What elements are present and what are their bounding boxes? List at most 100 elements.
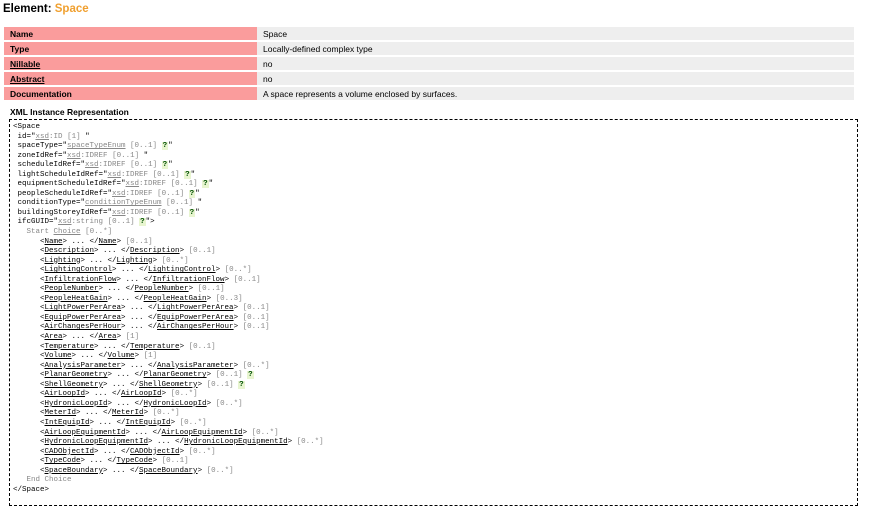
xml-attribute-line: buildingStoreyIdRef="xsd:IDREF [0..1] ?": [13, 208, 200, 217]
element-close-link[interactable]: EquipPowerPerArea: [157, 314, 234, 322]
help-icon[interactable]: ?: [188, 208, 196, 217]
property-key-label[interactable]: Abstract: [10, 74, 44, 84]
xml-element-line: <TypeCode> ... </TypeCode> [0..1]: [13, 457, 189, 466]
element-link[interactable]: PeopleNumber: [45, 285, 99, 293]
element-link[interactable]: PeopleHeatGain: [45, 295, 108, 303]
help-icon[interactable]: ?: [161, 142, 169, 151]
help-icon[interactable]: ?: [139, 218, 146, 227]
xml-element-line: <CADObjectId> ... </CADObjectId> [0..*]: [13, 447, 216, 456]
element-close-link[interactable]: TypeCode: [117, 457, 153, 465]
element-close-link[interactable]: AirLoopId: [121, 390, 162, 398]
xml-element-line: <PeopleHeatGain> ... </PeopleHeatGain> […: [13, 294, 243, 303]
xml-attribute-line: id="xsd:ID [1] ": [13, 132, 90, 141]
attribute-type-suffix: :IDREF: [125, 208, 153, 217]
element-link[interactable]: Name: [45, 238, 63, 246]
property-value: no: [257, 72, 854, 85]
attribute-type-link[interactable]: xsd: [112, 209, 126, 217]
element-link[interactable]: Description: [45, 247, 95, 255]
attribute-type-suffix: :IDREF: [125, 189, 153, 198]
element-close-link[interactable]: ShellGeometry: [139, 381, 198, 389]
element-link[interactable]: Lighting: [45, 257, 81, 265]
element-link[interactable]: TypeCode: [45, 457, 81, 465]
element-close-link[interactable]: Area: [99, 333, 117, 341]
help-icon[interactable]: ?: [247, 371, 254, 380]
help-icon[interactable]: ?: [238, 380, 245, 389]
help-icon[interactable]: ?: [184, 170, 191, 179]
occurrence-label: [0..1]: [157, 208, 185, 217]
element-link[interactable]: MeterId: [45, 409, 77, 417]
occurrence-label: [0..1]: [206, 380, 234, 389]
property-key-label: Type: [10, 43, 30, 54]
element-close-link[interactable]: HydronicLoopId: [144, 400, 207, 408]
element-link[interactable]: Temperature: [45, 343, 95, 351]
property-key-label: Name: [10, 28, 34, 39]
element-close-link[interactable]: Name: [99, 238, 117, 246]
attribute-type-link[interactable]: spaceTypeEnum: [67, 142, 126, 150]
element-link[interactable]: HydronicLoopId: [45, 400, 108, 408]
property-value: Locally-defined complex type: [257, 42, 854, 55]
element-link[interactable]: AirChangesPerHour: [45, 323, 122, 331]
attribute-type-link[interactable]: xsd: [85, 161, 99, 169]
element-close-link[interactable]: IntEquipId: [126, 419, 171, 427]
element-link[interactable]: LightPowerPerArea: [45, 304, 122, 312]
property-key: Documentation: [4, 87, 257, 100]
element-link[interactable]: PlanarGeometry: [45, 371, 108, 379]
xml-attribute-line: peopleScheduleIdRef="xsd:IDREF [0..1] ?": [13, 189, 200, 198]
page-title: Element: Space: [3, 3, 89, 15]
element-close-link[interactable]: AnalysisParameter: [157, 362, 234, 370]
element-close-link[interactable]: SpaceBoundary: [139, 467, 198, 475]
attribute-type-link[interactable]: conditionTypeEnum: [85, 199, 162, 207]
help-icon[interactable]: ?: [161, 161, 169, 170]
element-link[interactable]: Volume: [45, 352, 72, 360]
element-close-link[interactable]: Volume: [108, 352, 135, 360]
element-link[interactable]: AirLoopEquipmentId: [45, 429, 126, 437]
attribute-type-link[interactable]: xsd: [58, 218, 72, 226]
xml-element-line: <EquipPowerPerArea> ... </EquipPowerPerA…: [13, 313, 270, 322]
attribute-type-link[interactable]: xsd: [112, 190, 126, 198]
element-close-link[interactable]: MeterId: [112, 409, 144, 417]
attribute-type-link[interactable]: xsd: [36, 133, 50, 141]
element-close-link[interactable]: CADObjectId: [130, 448, 180, 456]
help-icon[interactable]: ?: [202, 180, 209, 189]
element-close-link[interactable]: HydronicLoopEquipmentId: [184, 438, 288, 446]
xml-element-line: <AirLoopEquipmentId> ... </AirLoopEquipm…: [13, 428, 279, 437]
occurrence-label: [0..1]: [130, 142, 158, 151]
element-link[interactable]: ShellGeometry: [45, 381, 104, 389]
choice-link[interactable]: Choice: [54, 228, 81, 236]
xml-element-line: <HydronicLoopEquipmentId> ... </Hydronic…: [13, 438, 324, 447]
xml-attribute-line: zoneIdRef="xsd:IDREF [0..1] ": [13, 151, 149, 160]
element-link[interactable]: Area: [45, 333, 63, 341]
xml-element-line: <LightPowerPerArea> ... </LightPowerPerA…: [13, 304, 270, 313]
element-link[interactable]: IntEquipId: [45, 419, 90, 427]
element-link[interactable]: EquipPowerPerArea: [45, 314, 122, 322]
property-row: Nillable no: [4, 57, 854, 70]
element-close-link[interactable]: PeopleNumber: [135, 285, 189, 293]
element-close-link[interactable]: LightingControl: [148, 266, 216, 274]
attribute-type-link[interactable]: xsd: [67, 152, 81, 160]
help-icon[interactable]: ?: [188, 189, 196, 198]
element-link[interactable]: AnalysisParameter: [45, 362, 122, 370]
element-close-link[interactable]: Description: [130, 247, 180, 255]
element-close-link[interactable]: Temperature: [130, 343, 180, 351]
element-close-link[interactable]: InfiltrationFlow: [153, 276, 225, 284]
element-link[interactable]: SpaceBoundary: [45, 467, 104, 475]
element-link[interactable]: AirLoopId: [45, 390, 86, 398]
element-close-link[interactable]: AirLoopEquipmentId: [162, 429, 243, 437]
element-close-link[interactable]: PlanarGeometry: [144, 371, 207, 379]
occurrence-label: [0..1]: [233, 275, 261, 284]
element-close-link[interactable]: AirChangesPerHour: [157, 323, 234, 331]
element-close-link[interactable]: Lighting: [117, 257, 153, 265]
element-link[interactable]: CADObjectId: [45, 448, 95, 456]
property-key-label[interactable]: Nillable: [10, 59, 40, 69]
property-value: Space: [257, 27, 854, 40]
element-close-link[interactable]: LightPowerPerArea: [157, 304, 234, 312]
element-link[interactable]: LightingControl: [45, 266, 113, 274]
element-close-link[interactable]: PeopleHeatGain: [144, 295, 207, 303]
element-link[interactable]: HydronicLoopEquipmentId: [45, 438, 149, 446]
attribute-type-link[interactable]: xsd: [108, 171, 122, 179]
occurrence-label: [0..1]: [166, 199, 194, 208]
occurrence-label: [0..3]: [215, 294, 243, 303]
element-link[interactable]: InfiltrationFlow: [45, 276, 117, 284]
attribute-type-suffix: :IDREF: [121, 170, 149, 179]
attribute-type-link[interactable]: xsd: [126, 180, 140, 188]
